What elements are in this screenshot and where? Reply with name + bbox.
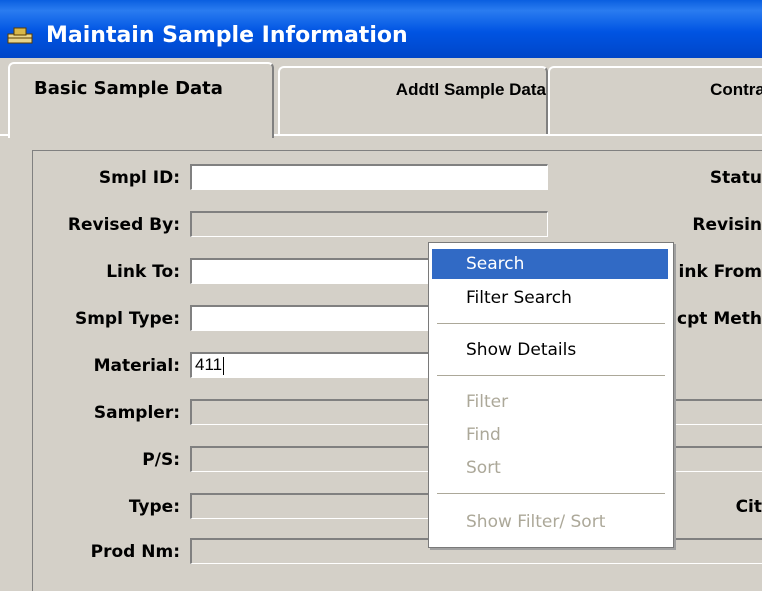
title-bar[interactable]: Maintain Sample Information <box>0 0 762 58</box>
menu-item-find[interactable]: Find <box>432 420 668 450</box>
revised-by-label: Revised By: <box>67 215 180 235</box>
window-title: Maintain Sample Information <box>46 23 408 48</box>
smpl-type-label: Smpl Type: <box>74 309 180 329</box>
sample-app-icon <box>7 27 33 44</box>
menu-item-filter[interactable]: Filter <box>432 387 668 417</box>
ps-label: P/S: <box>142 450 180 470</box>
prod-nm-label: Prod Nm: <box>90 542 180 562</box>
menu-separator <box>437 493 665 494</box>
type-label: Type: <box>128 497 180 517</box>
tab-label: Contract <box>710 80 762 99</box>
tab-strip: Addtl Sample Data Contract Basic Sample … <box>0 58 762 138</box>
tab-label: Basic Sample Data <box>34 78 223 99</box>
material-label: Material: <box>93 356 180 376</box>
smpl-id-field[interactable] <box>190 164 548 190</box>
tab-contract[interactable]: Contract <box>548 66 762 134</box>
menu-separator <box>437 323 665 324</box>
link-to-label: Link To: <box>106 262 180 282</box>
city-label: Cit <box>735 497 762 517</box>
tab-addtl-sample-data[interactable]: Addtl Sample Data <box>278 66 548 134</box>
tab-basic-sample-data[interactable]: Basic Sample Data <box>8 62 274 138</box>
material-value: 411 <box>195 355 223 374</box>
sampler-label: Sampler: <box>93 403 180 423</box>
revising-label: Revisin <box>692 215 762 235</box>
menu-item-search[interactable]: Search <box>432 249 668 279</box>
status-label: Statu <box>709 168 762 188</box>
tab-label: Addtl Sample Data <box>395 80 546 99</box>
text-caret <box>223 356 225 375</box>
menu-item-filter-search[interactable]: Filter Search <box>432 283 668 313</box>
smpl-id-label: Smpl ID: <box>98 168 180 188</box>
menu-item-show-filter-sort[interactable]: Show Filter/ Sort <box>432 507 668 537</box>
menu-item-sort[interactable]: Sort <box>432 453 668 483</box>
revised-by-field[interactable] <box>190 211 548 237</box>
menu-separator <box>437 375 665 376</box>
menu-item-show-details[interactable]: Show Details <box>432 335 668 365</box>
context-menu: Search Filter Search Show Details Filter… <box>428 242 674 548</box>
